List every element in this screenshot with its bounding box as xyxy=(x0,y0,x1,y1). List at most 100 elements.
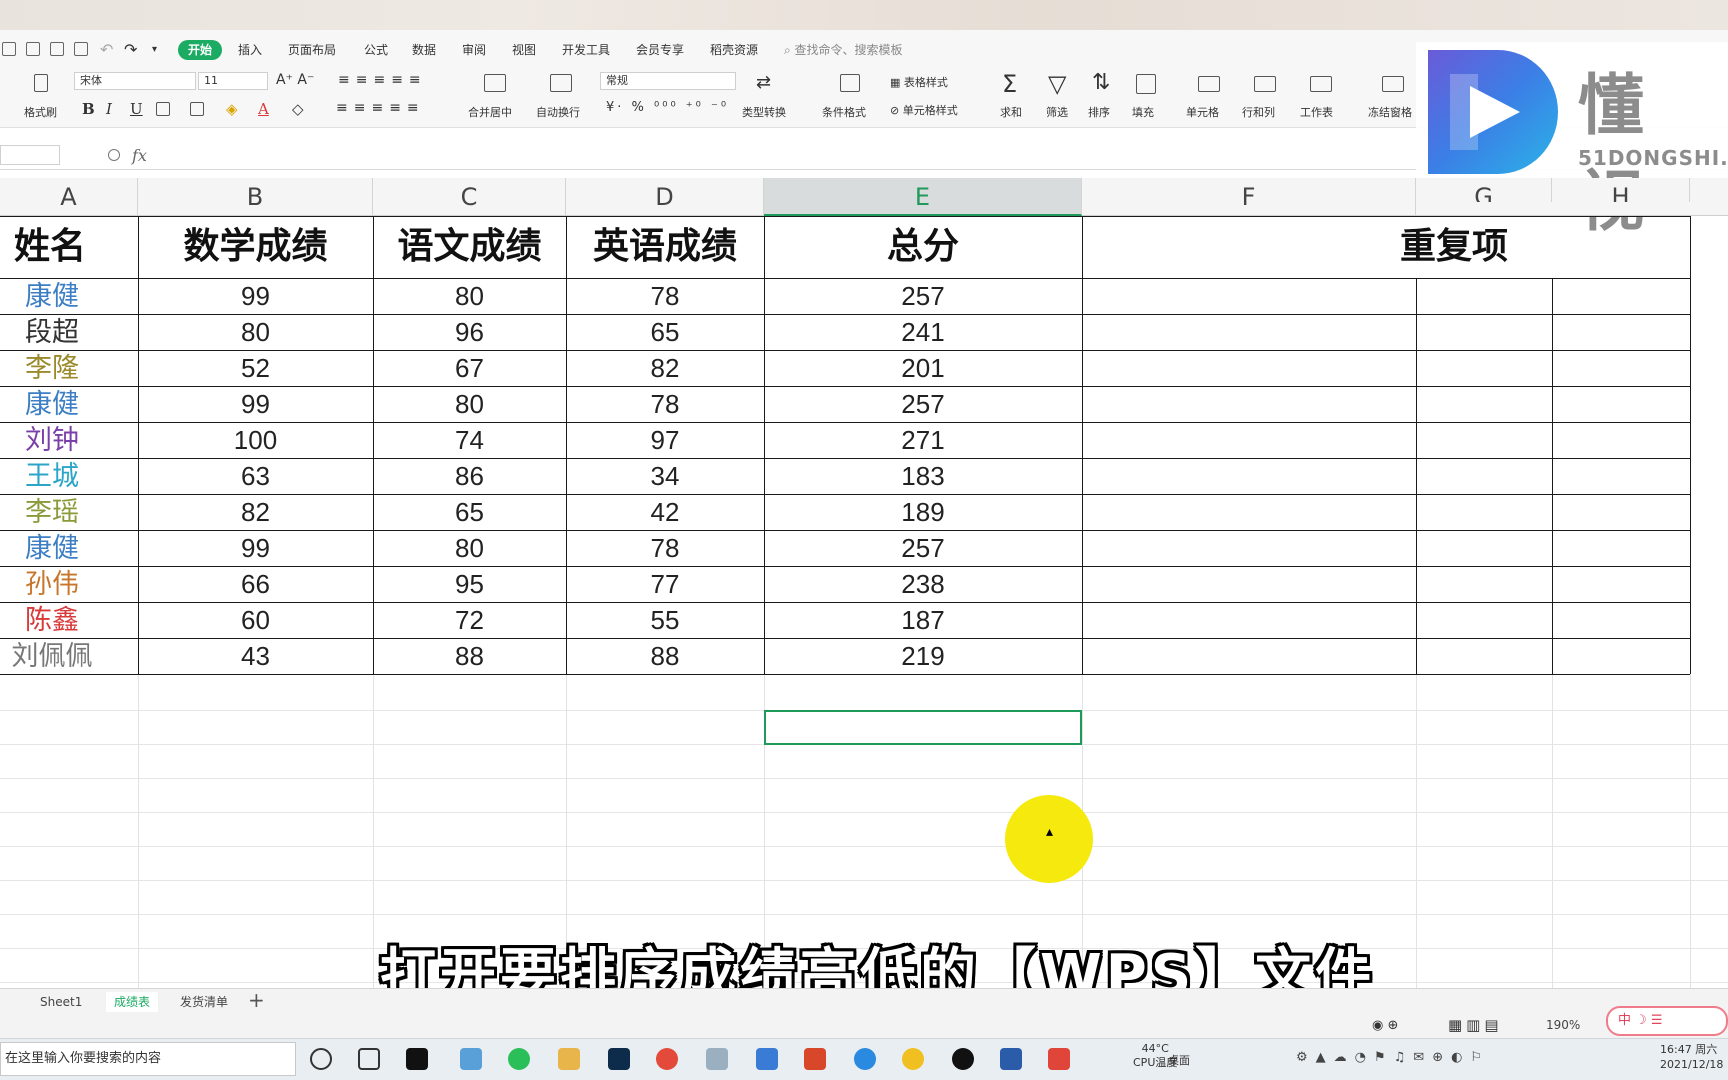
cell-total[interactable]: 189 xyxy=(764,494,1082,530)
cell-total[interactable]: 257 xyxy=(764,530,1082,566)
sort-label[interactable]: 排序 xyxy=(1088,104,1110,120)
column-header-g[interactable]: G xyxy=(1416,178,1552,202)
cell-total[interactable]: 187 xyxy=(764,602,1082,638)
clock[interactable]: 16:47 周六 2021/12/18 xyxy=(1660,1042,1723,1072)
cell-name[interactable]: 康健 xyxy=(0,530,104,566)
table-style-button[interactable]: ▦ 表格样式 xyxy=(890,74,948,90)
worksheet-label[interactable]: 工作表 xyxy=(1300,104,1333,120)
name-box[interactable] xyxy=(0,145,60,165)
number-format-select[interactable]: 常规 xyxy=(600,72,736,90)
view-mode-icons[interactable]: ▦▥▤ xyxy=(1448,1016,1503,1034)
input-method-indicator[interactable]: 中 ☽ ☰ xyxy=(1606,1006,1728,1036)
header-math[interactable]: 数学成绩 xyxy=(138,216,373,278)
cell-total[interactable]: 241 xyxy=(764,314,1082,350)
header-english[interactable]: 英语成绩 xyxy=(566,216,764,278)
filter-icon[interactable]: ▽ xyxy=(1048,70,1066,98)
cell-math[interactable]: 100 xyxy=(138,422,373,458)
cortana-icon[interactable] xyxy=(310,1048,332,1070)
cell-total[interactable]: 271 xyxy=(764,422,1082,458)
chrome-icon[interactable] xyxy=(656,1048,678,1070)
align-horizontal-icons[interactable]: ≡≡≡≡≡ xyxy=(336,100,425,116)
cell-total[interactable]: 257 xyxy=(764,386,1082,422)
tab-formulas[interactable]: 公式 xyxy=(364,40,388,60)
zoom-formula-icon[interactable] xyxy=(108,149,120,161)
app-icon-3[interactable] xyxy=(706,1048,728,1070)
column-header-f[interactable]: F xyxy=(1082,178,1416,216)
cell-chinese[interactable]: 80 xyxy=(373,386,566,422)
conditional-format-icon[interactable] xyxy=(840,74,860,92)
cell-chinese[interactable]: 65 xyxy=(373,494,566,530)
cell-total[interactable]: 238 xyxy=(764,566,1082,602)
format-painter-label[interactable]: 格式刷 xyxy=(24,104,57,120)
cell-math[interactable]: 63 xyxy=(138,458,373,494)
column-header-b[interactable]: B xyxy=(138,178,373,216)
cell-chinese[interactable]: 74 xyxy=(373,422,566,458)
cell-total[interactable]: 219 xyxy=(764,638,1082,674)
border-icon[interactable] xyxy=(156,102,170,116)
header-chinese[interactable]: 语文成绩 xyxy=(373,216,566,278)
font-color-icon[interactable]: A xyxy=(258,100,269,118)
cell-chinese[interactable]: 80 xyxy=(373,530,566,566)
cell-name[interactable]: 陈鑫 xyxy=(0,602,104,638)
sheet-tab-sheet1[interactable]: Sheet1 xyxy=(32,992,90,1012)
task-view-icon[interactable] xyxy=(358,1048,380,1070)
bold-icon[interactable]: B xyxy=(82,100,95,118)
font-name-select[interactable]: 宋体 xyxy=(74,72,196,90)
cell-english[interactable]: 55 xyxy=(566,602,764,638)
cell-math[interactable]: 52 xyxy=(138,350,373,386)
zoom-level[interactable]: 190% xyxy=(1546,1018,1580,1032)
wechat-icon[interactable] xyxy=(508,1048,530,1070)
type-convert-icon[interactable]: ⇄ xyxy=(756,72,771,93)
cell-math[interactable]: 80 xyxy=(138,314,373,350)
app-icon-2[interactable] xyxy=(460,1048,482,1070)
cell-english[interactable]: 97 xyxy=(566,422,764,458)
tab-docer-resources[interactable]: 稻壳资源 xyxy=(710,40,758,60)
photoshop-icon[interactable] xyxy=(608,1048,630,1070)
cell-math[interactable]: 99 xyxy=(138,278,373,314)
header-total[interactable]: 总分 xyxy=(764,216,1082,278)
sheet-tab-grades[interactable]: 成绩表 xyxy=(106,992,159,1012)
tab-insert[interactable]: 插入 xyxy=(238,40,262,60)
cell-english[interactable]: 88 xyxy=(566,638,764,674)
freeze-panes-icon[interactable] xyxy=(1382,76,1404,92)
cell-math[interactable]: 60 xyxy=(138,602,373,638)
cell-chinese[interactable]: 67 xyxy=(373,350,566,386)
cell-math[interactable]: 66 xyxy=(138,566,373,602)
cell-math[interactable]: 99 xyxy=(138,530,373,566)
sum-icon[interactable]: Σ xyxy=(1002,70,1017,98)
sheet-tab-shipping[interactable]: 发货清单 xyxy=(172,992,236,1012)
add-sheet-icon[interactable]: + xyxy=(248,988,265,1012)
export-icon[interactable] xyxy=(26,42,40,56)
cell-border-style-icon[interactable] xyxy=(190,102,204,116)
wps-icon[interactable] xyxy=(1048,1048,1070,1070)
column-header-a[interactable]: A xyxy=(0,178,138,216)
cell-chinese[interactable]: 95 xyxy=(373,566,566,602)
cell-chinese[interactable]: 86 xyxy=(373,458,566,494)
font-size-select[interactable]: 11 xyxy=(198,72,268,90)
wrap-text-label[interactable]: 自动换行 xyxy=(536,104,580,120)
sort-icon[interactable]: ⇅ xyxy=(1092,70,1110,95)
app-icon-6[interactable] xyxy=(902,1048,924,1070)
cell-english[interactable]: 34 xyxy=(566,458,764,494)
command-search[interactable]: ⌕ 查找命令、搜索模板 xyxy=(784,40,903,60)
cell-english[interactable]: 77 xyxy=(566,566,764,602)
cell-math[interactable]: 82 xyxy=(138,494,373,530)
cell-chinese[interactable]: 72 xyxy=(373,602,566,638)
quick-access-more-icon[interactable]: ▾ xyxy=(152,40,157,60)
cell-label[interactable]: 单元格 xyxy=(1186,104,1219,120)
fill-color-icon[interactable]: ◈ xyxy=(226,100,238,118)
tab-member[interactable]: 会员专享 xyxy=(636,40,684,60)
cell-english[interactable]: 42 xyxy=(566,494,764,530)
row-column-label[interactable]: 行和列 xyxy=(1242,104,1275,120)
cell-icon[interactable] xyxy=(1198,76,1220,92)
cell-chinese[interactable]: 88 xyxy=(373,638,566,674)
cell-name[interactable]: 康健 xyxy=(0,386,104,422)
cell-english[interactable]: 78 xyxy=(566,530,764,566)
tab-home[interactable]: 开始 xyxy=(178,40,223,60)
type-convert-label[interactable]: 类型转换 xyxy=(742,104,786,120)
cell-chinese[interactable]: 96 xyxy=(373,314,566,350)
italic-icon[interactable]: I xyxy=(106,100,112,118)
cell-name[interactable]: 刘佩佩 xyxy=(0,638,104,674)
print-icon[interactable] xyxy=(50,42,64,56)
wrap-text-icon[interactable] xyxy=(550,74,572,92)
